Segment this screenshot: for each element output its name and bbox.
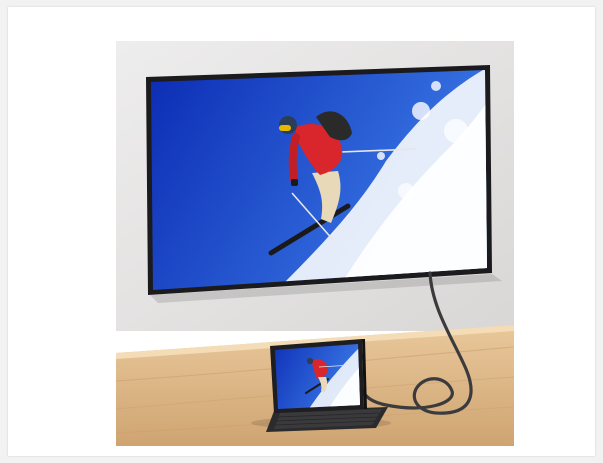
scene-illustration (116, 41, 514, 446)
product-photo (116, 41, 514, 446)
tablet (270, 339, 367, 413)
tv-screen (151, 70, 487, 290)
wall-mounted-tv (146, 65, 492, 295)
photo-frame (8, 7, 595, 456)
